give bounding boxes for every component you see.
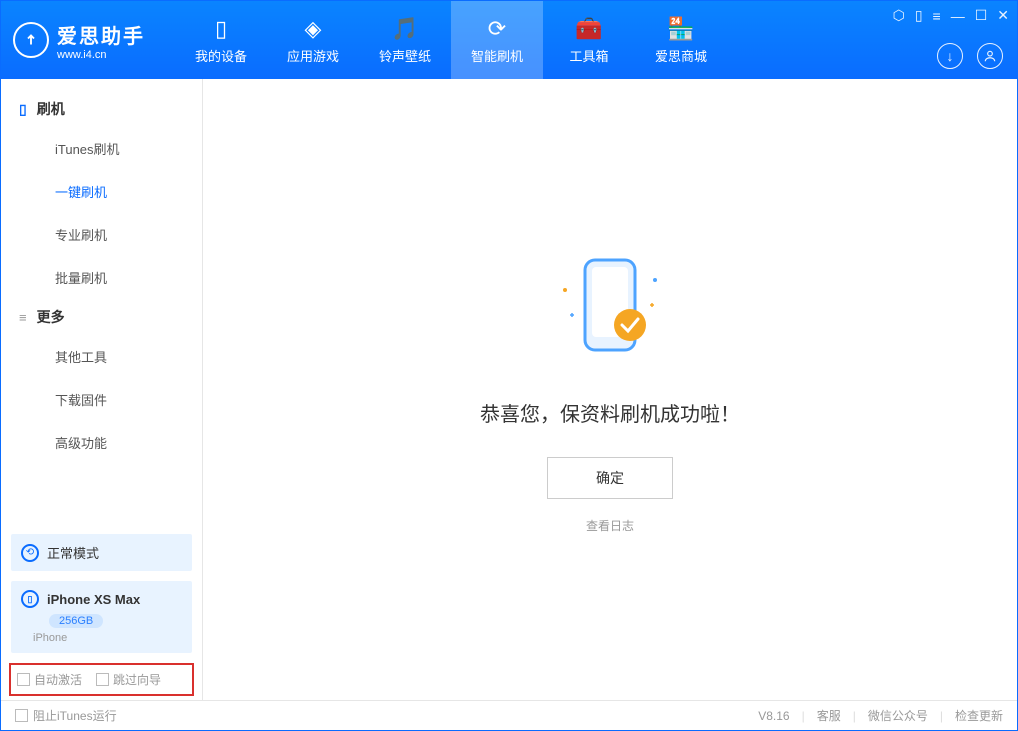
app-site: www.i4.cn [57,49,145,61]
sidebar-item-itunes[interactable]: iTunes刷机 [1,127,202,170]
app-name: 爱思助手 [57,20,145,49]
nav-tab-apps[interactable]: ◈ 应用游戏 [267,1,359,79]
footer-checkbox-label: 阻止iTunes运行 [33,707,117,724]
checkbox-label: 自动激活 [34,671,82,688]
checkbox-highlight-box: 自动激活 跳过向导 [9,663,194,696]
nav-tab-ringtone[interactable]: 🎵 铃声壁纸 [359,1,451,79]
maximize-button[interactable]: ☐ [975,7,988,24]
minimize-button[interactable]: — [951,8,965,24]
menu-icon[interactable]: ≡ [933,8,941,24]
logo-icon [13,22,49,58]
nav-tab-toolbox[interactable]: 🧰 工具箱 [543,1,635,79]
sidebar-item-othertools[interactable]: 其他工具 [1,335,202,378]
success-illustration [530,245,690,370]
phone-icon: ▯ [19,101,27,118]
nav-tab-label: 应用游戏 [287,46,339,65]
app-logo: 爱思助手 www.i4.cn [13,20,145,61]
sidebar-item-oneclick[interactable]: 一键刷机 [1,170,202,213]
success-message: 恭喜您，保资料刷机成功啦！ [480,398,740,427]
nav-tab-store[interactable]: 🏪 爱思商城 [635,1,727,79]
sidebar-item-batch[interactable]: 批量刷机 [1,256,202,299]
sidebar-item-advanced[interactable]: 高级功能 [1,421,202,464]
sidebar-section-more: ≡ 更多 [1,299,202,335]
status-icon: ⟲ [21,544,39,562]
view-log-link[interactable]: 查看日志 [586,517,634,534]
shirt-icon[interactable]: ⬡ [893,7,905,24]
skip-guide-checkbox[interactable]: 跳过向导 [96,671,161,688]
footer: 阻止iTunes运行 V8.16 | 客服 | 微信公众号 | 检查更新 [1,700,1017,730]
footer-link-service[interactable]: 客服 [817,707,841,724]
music-icon: 🎵 [391,16,418,42]
nav-tab-label: 我的设备 [195,46,247,65]
list-icon: ≡ [19,310,27,325]
cube-icon: ◈ [305,16,322,42]
device-mode-box[interactable]: ⟲ 正常模式 [11,534,192,571]
version-label: V8.16 [758,709,789,723]
device-capacity: 256GB [49,614,103,628]
download-icon[interactable]: ↓ [937,43,963,69]
sidebar-item-pro[interactable]: 专业刷机 [1,213,202,256]
store-icon: 🏪 [667,16,694,42]
phone-small-icon: ▯ [21,590,39,608]
header: 爱思助手 www.i4.cn ▯ 我的设备 ◈ 应用游戏 🎵 铃声壁纸 ⟳ 智能刷机 🧰… [1,1,1017,79]
nav-tab-flash[interactable]: ⟳ 智能刷机 [451,1,543,79]
ok-button[interactable]: 确定 [547,457,673,499]
nav-tab-label: 铃声壁纸 [379,46,431,65]
sidebar-item-firmware[interactable]: 下载固件 [1,378,202,421]
device-icon: ▯ [215,16,227,42]
device-type: iPhone [33,632,182,644]
nav-tab-label: 智能刷机 [471,46,523,65]
nav-tab-label: 工具箱 [569,46,608,65]
device-info-box[interactable]: ▯ iPhone XS Max 256GB iPhone [11,581,192,653]
footer-link-update[interactable]: 检查更新 [955,707,1003,724]
sidebar-section-title: 刷机 [37,99,65,119]
footer-link-wechat[interactable]: 微信公众号 [868,707,928,724]
nav-tab-device[interactable]: ▯ 我的设备 [175,1,267,79]
user-icon[interactable] [977,43,1003,69]
main-content: 恭喜您，保资料刷机成功啦！ 确定 查看日志 [203,79,1017,700]
checkbox-label: 跳过向导 [113,671,161,688]
block-itunes-checkbox[interactable]: 阻止iTunes运行 [15,707,117,724]
mobile-icon[interactable]: ▯ [915,7,923,24]
device-mode-label: 正常模式 [47,543,99,562]
sidebar: ▯ 刷机 iTunes刷机 一键刷机 专业刷机 批量刷机 ≡ 更多 其他工具 下… [1,79,203,700]
auto-activate-checkbox[interactable]: 自动激活 [17,671,82,688]
sidebar-section-flash: ▯ 刷机 [1,91,202,127]
refresh-icon: ⟳ [488,16,506,42]
close-button[interactable]: ✕ [997,7,1009,24]
nav-tab-label: 爱思商城 [655,46,707,65]
device-name: iPhone XS Max [47,592,140,607]
sidebar-section-title: 更多 [37,307,65,327]
toolbox-icon: 🧰 [575,16,602,42]
